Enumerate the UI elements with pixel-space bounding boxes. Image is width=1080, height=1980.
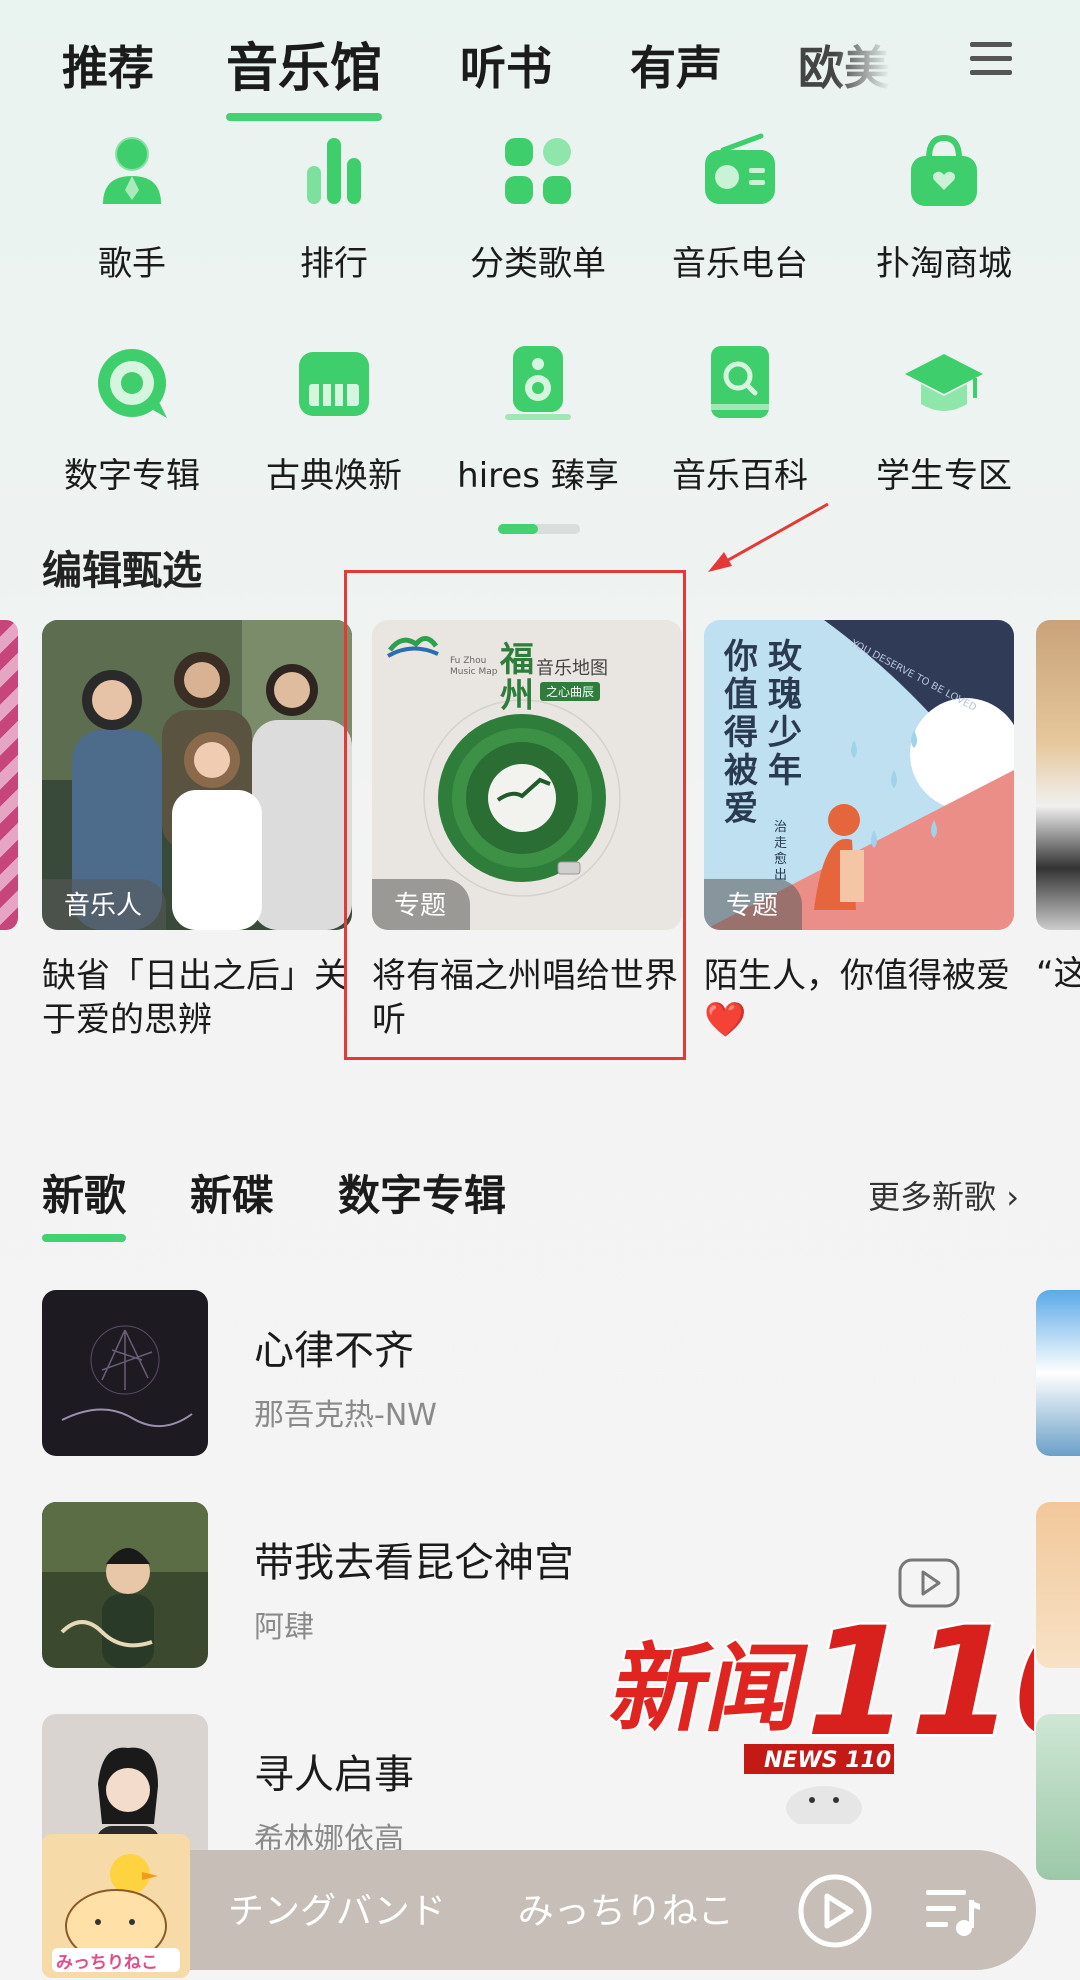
- svg-text:新闻: 新闻: [602, 1633, 818, 1745]
- shop-icon: [901, 128, 987, 214]
- grid-item-singer[interactable]: 歌手: [42, 128, 222, 285]
- tab-music-hall-label: 音乐馆: [226, 39, 383, 99]
- grid-item-classical[interactable]: 古典焕新: [244, 340, 424, 497]
- mini-player-track-text: チングバンド みっちりねこ: [228, 1891, 734, 1932]
- pick-cover: 音乐人: [42, 620, 352, 930]
- partial-card-left[interactable]: [0, 620, 18, 930]
- tab-new-songs-label: 新歌: [42, 1171, 127, 1220]
- tab-audio[interactable]: 有声: [630, 32, 722, 98]
- song-cover: [42, 1290, 208, 1456]
- grid-label: 数字专辑: [64, 456, 200, 496]
- category-icon: [495, 128, 581, 214]
- grid-label: 分类歌单: [470, 244, 606, 284]
- pick-tag: 专题: [704, 879, 803, 930]
- tab-digital-albums[interactable]: 数字专辑: [338, 1162, 506, 1223]
- song-title: 寻人启事: [254, 1752, 414, 1798]
- piano-icon: [291, 340, 377, 426]
- grid-item-category[interactable]: 分类歌单: [448, 128, 628, 285]
- top-tab-bar: 推荐 音乐馆 听书 有声 欧美: [0, 20, 1080, 121]
- grid-item-radio[interactable]: 音乐电台: [650, 128, 830, 285]
- svg-text:110: 110: [787, 1595, 1034, 1770]
- partial-card-right-title: “这创作: [1036, 954, 1080, 994]
- tab-new-albums[interactable]: 新碟: [190, 1162, 274, 1223]
- grid-page-indicator: [498, 524, 580, 534]
- mini-player-art-label: みっちりねこ: [56, 1953, 158, 1973]
- chevron-right-icon: ›: [996, 1178, 1019, 1216]
- partial-card-right[interactable]: [1036, 620, 1080, 930]
- pick-card-stranger[interactable]: 你值得被爱 玫瑰少年 治走 愈出 YOU DESERVE TO BE LOVED…: [704, 620, 1014, 1042]
- song-title: 带我去看昆仑神宫: [254, 1540, 574, 1586]
- grid-item-chart[interactable]: 排行: [244, 128, 424, 285]
- tab-recommend[interactable]: 推荐: [62, 32, 154, 98]
- grid-item-student[interactable]: 学生专区: [854, 340, 1034, 497]
- menu-icon[interactable]: [970, 42, 1012, 78]
- grid-label: hires 臻享: [457, 456, 619, 496]
- speaker-icon: [495, 340, 581, 426]
- song-title: 心律不齐: [254, 1328, 414, 1374]
- grid-label: 古典焕新: [266, 456, 402, 496]
- grid-label: 音乐电台: [672, 244, 808, 284]
- active-tab-indicator: [226, 113, 383, 121]
- digital-album-icon: [89, 340, 175, 426]
- radio-icon: [697, 128, 783, 214]
- more-new-songs-label: 更多新歌: [868, 1178, 997, 1216]
- song-cover: [42, 1502, 208, 1668]
- annotation-highlight-box: [344, 570, 686, 1060]
- cover-rose-boy: 玫瑰少年: [768, 637, 802, 791]
- pick-tag: 音乐人: [42, 879, 167, 930]
- grid-item-shop[interactable]: 扑淘商城: [854, 128, 1034, 285]
- news110-watermark-logo: 新闻 110 NEWS 110: [594, 1592, 1080, 1830]
- grid-label: 音乐百科: [672, 456, 808, 496]
- tab-western[interactable]: 欧美: [798, 32, 890, 98]
- annotation-arrow: [708, 502, 829, 572]
- cover-song-name: 你值得被爱: [724, 637, 758, 829]
- editor-picks-title: 编辑甄选: [42, 548, 202, 594]
- pick-title: 缺省「日出之后」关于爱的思辨: [42, 956, 348, 1040]
- grid-label: 扑淘商城: [876, 244, 1012, 284]
- grid-label: 排行: [300, 244, 368, 284]
- song-artist: 那吾克热-NW: [254, 1398, 437, 1433]
- encyclopedia-icon: [697, 340, 783, 426]
- svg-text:NEWS 110: NEWS 110: [764, 1748, 891, 1773]
- song-artist: 阿肆: [254, 1610, 314, 1645]
- song-side-cover[interactable]: [1036, 1502, 1080, 1668]
- active-subtab-indicator: [42, 1234, 127, 1242]
- pick-cover: 你值得被爱 玫瑰少年 治走 愈出 YOU DESERVE TO BE LOVED…: [704, 620, 1014, 930]
- grid-label: 学生专区: [876, 456, 1012, 496]
- song-row[interactable]: 心律不齐 那吾克热-NW: [42, 1290, 1042, 1456]
- tab-music-hall[interactable]: 音乐馆: [226, 26, 383, 121]
- tab-new-songs[interactable]: 新歌: [42, 1162, 127, 1242]
- graduation-cap-icon: [901, 340, 987, 426]
- chart-icon: [291, 128, 377, 214]
- grid-item-digital-album[interactable]: 数字专辑: [42, 340, 222, 497]
- tab-audiobooks[interactable]: 听书: [460, 32, 552, 98]
- grid-item-hires[interactable]: hires 臻享: [448, 340, 628, 497]
- grid-label: 歌手: [98, 244, 166, 284]
- cover-small-text: 治走 愈出: [774, 820, 788, 883]
- pick-card-musician[interactable]: 音乐人 缺省「日出之后」关于爱的思辨: [42, 620, 352, 1042]
- song-side-cover[interactable]: [1036, 1290, 1080, 1456]
- playlist-icon[interactable]: [924, 1886, 982, 1938]
- more-new-songs-link[interactable]: 更多新歌 ›: [868, 1172, 1019, 1218]
- grid-item-encyclopedia[interactable]: 音乐百科: [650, 340, 830, 497]
- song-side-cover[interactable]: [1036, 1714, 1080, 1880]
- singer-icon: [89, 128, 175, 214]
- play-button[interactable]: [796, 1872, 874, 1950]
- pick-title: 陌生人，你值得被爱❤️: [704, 956, 1010, 1040]
- mini-player-artwork[interactable]: みっちりねこ: [42, 1834, 190, 1978]
